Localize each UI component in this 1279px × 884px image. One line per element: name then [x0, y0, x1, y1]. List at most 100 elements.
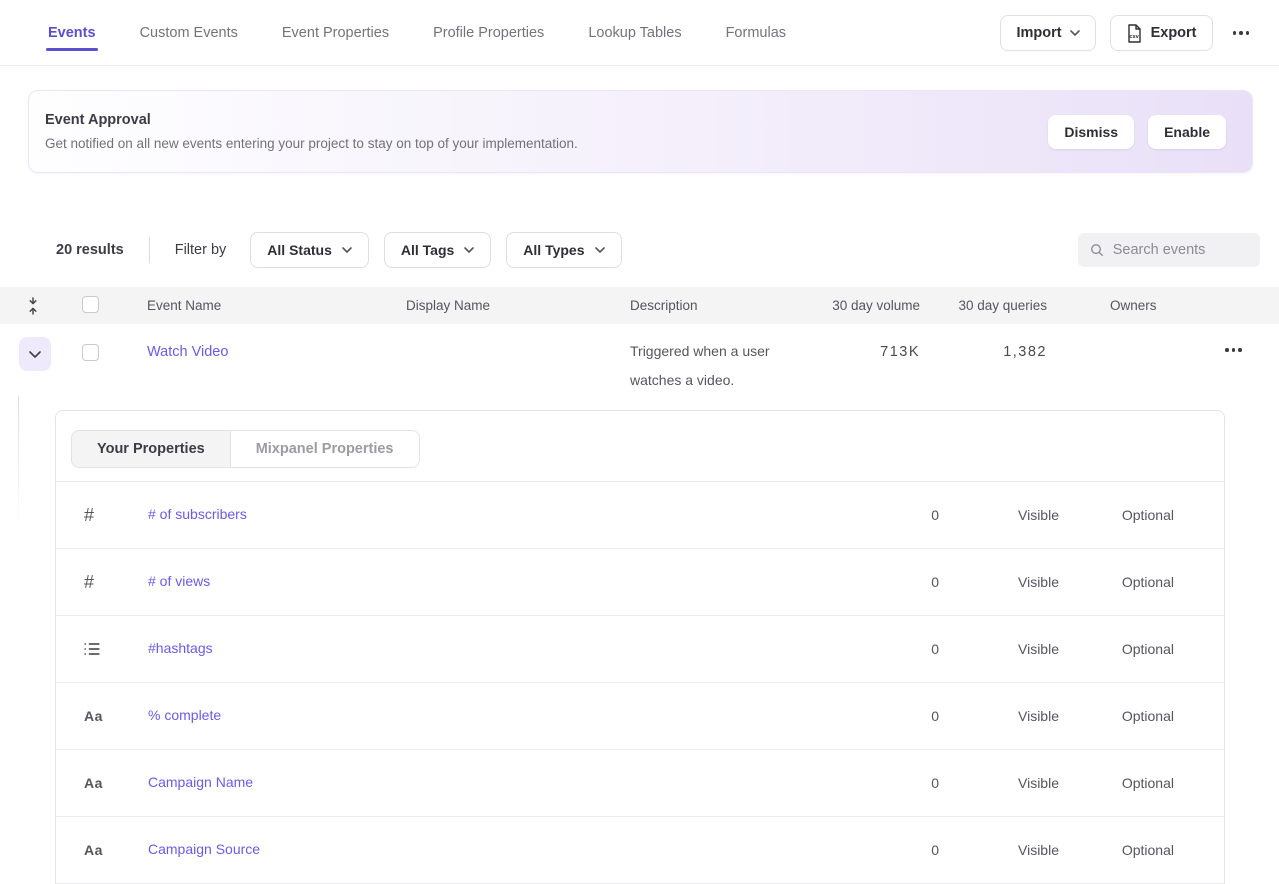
- csv-file-icon: csv: [1126, 24, 1143, 43]
- chevron-down-icon: [1070, 30, 1080, 36]
- property-requirement: Optional: [1059, 574, 1174, 590]
- property-row: # # of views 0 Visible Optional: [56, 549, 1224, 616]
- ellipsis-icon: [1225, 348, 1242, 352]
- tab-custom-events-label: Custom Events: [140, 25, 238, 41]
- ellipsis-icon: [1233, 31, 1250, 35]
- divider: [149, 237, 150, 263]
- status-filter-label: All Status: [267, 242, 332, 258]
- nav-actions: Import csv Export: [1000, 15, 1255, 51]
- description-cell: Triggered when a user watches a video.: [630, 337, 820, 395]
- property-name-link[interactable]: Campaign Source: [148, 841, 260, 857]
- search-input[interactable]: [1113, 242, 1250, 258]
- queries-cell: 1,382: [920, 344, 1047, 360]
- tab-mixpanel-properties[interactable]: Mixpanel Properties: [231, 431, 419, 467]
- property-row: Aa Campaign Source 0 Visible Optional: [56, 817, 1224, 884]
- property-name-link[interactable]: # of subscribers: [148, 506, 247, 522]
- property-name-link[interactable]: # of views: [148, 573, 210, 589]
- property-volume: 0: [839, 574, 939, 590]
- property-requirement: Optional: [1059, 641, 1174, 657]
- property-name-link[interactable]: #hashtags: [148, 640, 213, 656]
- results-count: 20 results: [56, 242, 124, 258]
- banner-text: Event Approval Get notified on all new e…: [29, 112, 578, 151]
- property-requirement: Optional: [1059, 842, 1174, 858]
- property-row: # # of subscribers 0 Visible Optional: [56, 482, 1224, 549]
- row-expander-button[interactable]: [19, 337, 51, 371]
- col-header-queries: 30 day queries: [920, 298, 1047, 313]
- tab-lookup-tables[interactable]: Lookup Tables: [588, 0, 681, 65]
- top-nav: Events Custom Events Event Properties Pr…: [0, 0, 1279, 66]
- tab-lookup-tables-label: Lookup Tables: [588, 25, 681, 41]
- tab-profile-properties-label: Profile Properties: [433, 25, 544, 41]
- property-name-link[interactable]: % complete: [148, 707, 221, 723]
- active-tab-underline: [46, 48, 98, 51]
- filter-bar: 20 results Filter by All Status All Tags…: [0, 232, 1279, 268]
- tab-formulas-label: Formulas: [726, 25, 786, 41]
- property-requirement: Optional: [1059, 708, 1174, 724]
- number-type-icon: #: [56, 572, 148, 593]
- properties-tabbar: Your Properties Mixpanel Properties: [56, 411, 1224, 481]
- banner-title: Event Approval: [45, 112, 578, 128]
- event-approval-banner: Event Approval Get notified on all new e…: [28, 90, 1253, 173]
- tab-event-properties[interactable]: Event Properties: [282, 0, 389, 65]
- status-filter-dropdown[interactable]: All Status: [250, 232, 369, 268]
- event-name-link[interactable]: Watch Video: [147, 344, 228, 360]
- collapse-all-cell[interactable]: [0, 297, 65, 315]
- table-header: Event Name Display Name Description 30 d…: [0, 287, 1279, 324]
- properties-panel: Your Properties Mixpanel Properties # # …: [55, 410, 1225, 884]
- property-visibility: Visible: [939, 641, 1059, 657]
- properties-segmented-control: Your Properties Mixpanel Properties: [71, 430, 420, 468]
- export-button-label: Export: [1151, 25, 1197, 41]
- collapse-all-icon: [26, 297, 40, 315]
- chevron-down-icon: [29, 351, 41, 358]
- row-checkbox[interactable]: [82, 344, 99, 361]
- tab-events[interactable]: Events: [48, 0, 96, 65]
- tab-profile-properties[interactable]: Profile Properties: [433, 0, 544, 65]
- property-requirement: Optional: [1059, 507, 1174, 523]
- property-volume: 0: [839, 708, 939, 724]
- property-volume: 0: [839, 641, 939, 657]
- export-button[interactable]: csv Export: [1110, 15, 1213, 51]
- property-visibility: Visible: [939, 574, 1059, 590]
- property-visibility: Visible: [939, 507, 1059, 523]
- types-filter-dropdown[interactable]: All Types: [506, 232, 621, 268]
- svg-text:csv: csv: [1129, 33, 1139, 39]
- banner-actions: Dismiss Enable: [1048, 115, 1226, 149]
- enable-button[interactable]: Enable: [1148, 115, 1226, 149]
- tab-custom-events[interactable]: Custom Events: [140, 0, 238, 65]
- col-header-owners: Owners: [1047, 298, 1197, 313]
- property-row: #hashtags 0 Visible Optional: [56, 616, 1224, 683]
- more-menu-button[interactable]: [1227, 15, 1256, 51]
- property-row: Aa % complete 0 Visible Optional: [56, 683, 1224, 750]
- volume-cell: 713K: [820, 344, 920, 360]
- col-header-event-name: Event Name: [147, 298, 406, 313]
- property-requirement: Optional: [1059, 775, 1174, 791]
- col-header-volume: 30 day volume: [820, 298, 920, 313]
- import-button[interactable]: Import: [1000, 15, 1095, 51]
- col-header-description: Description: [630, 298, 820, 313]
- tags-filter-label: All Tags: [401, 242, 454, 258]
- table-row-watch-video: Watch Video Triggered when a user watche…: [0, 324, 1279, 410]
- expanded-row-guide: [18, 396, 19, 526]
- text-type-icon: Aa: [56, 775, 148, 791]
- tags-filter-dropdown[interactable]: All Tags: [384, 232, 491, 268]
- select-all-checkbox[interactable]: [82, 296, 99, 313]
- tab-formulas[interactable]: Formulas: [726, 0, 786, 65]
- search-box: [1078, 233, 1260, 267]
- text-type-icon: Aa: [56, 842, 148, 858]
- chevron-down-icon: [595, 247, 605, 253]
- chevron-down-icon: [342, 247, 352, 253]
- property-visibility: Visible: [939, 842, 1059, 858]
- banner-description: Get notified on all new events entering …: [45, 136, 578, 151]
- property-name-link[interactable]: Campaign Name: [148, 774, 253, 790]
- search-icon: [1090, 242, 1104, 258]
- tab-your-properties[interactable]: Your Properties: [72, 431, 231, 467]
- text-type-icon: Aa: [56, 708, 148, 724]
- property-row: Aa Campaign Name 0 Visible Optional: [56, 750, 1224, 817]
- import-button-label: Import: [1016, 25, 1061, 41]
- dismiss-button[interactable]: Dismiss: [1048, 115, 1134, 149]
- row-more-menu-button[interactable]: [1219, 348, 1248, 352]
- lexicon-events-page: Events Custom Events Event Properties Pr…: [0, 0, 1279, 884]
- property-volume: 0: [839, 507, 939, 523]
- types-filter-label: All Types: [523, 242, 584, 258]
- chevron-down-icon: [464, 247, 474, 253]
